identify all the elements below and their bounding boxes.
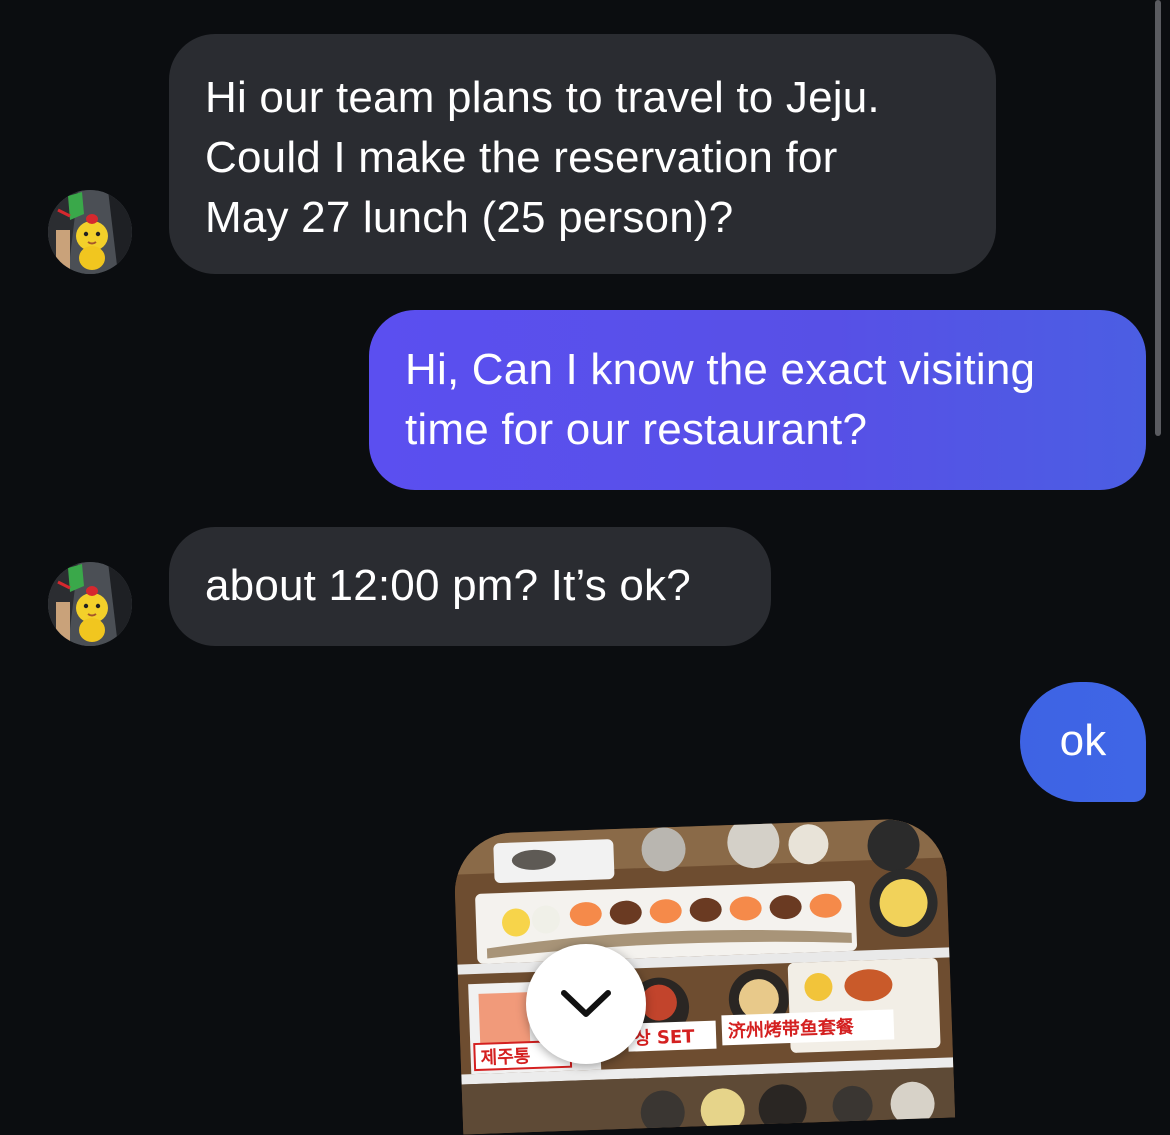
chevron-down-icon [561,990,611,1017]
message-bubble-sent[interactable]: Hi, Can I know the exact visiting time f… [369,310,1146,490]
message-text: Hi our team plans to travel to Jeju. [205,73,880,122]
message-text: Could I make the reservation for [205,133,838,182]
photo-attachment[interactable]: 제주통 상 SET 济州烤带鱼套餐 [452,817,956,1135]
avatar-character-icon [48,190,132,274]
message-text: May 27 lunch (25 person)? [205,193,734,242]
message-bubble-received[interactable]: Hi our team plans to travel to Jeju. Cou… [169,34,996,274]
food-photo: 제주통 상 SET 济州烤带鱼套餐 [452,817,956,1135]
avatar-character-icon [48,562,132,646]
message-text: time for our restaurant? [405,405,868,454]
avatar[interactable] [48,190,132,274]
photo-sign-left: 제주통 [480,1046,530,1069]
photo-sign-mid: 상 SET [634,1026,696,1049]
message-bubble-sent[interactable]: ok [1020,682,1146,802]
scroll-to-bottom-button[interactable] [526,944,646,1064]
scrollbar[interactable] [1155,0,1161,436]
message-text: Hi, Can I know the exact visiting [405,345,1036,394]
avatar[interactable] [48,562,132,646]
message-text: ok [1059,716,1107,765]
message-text: about 12:00 pm? It’s ok? [205,561,691,610]
message-bubble-received[interactable]: about 12:00 pm? It’s ok? [169,527,771,646]
chat-thread[interactable]: Hi our team plans to travel to Jeju. Cou… [0,0,1170,1135]
photo-sign-right: 济州烤带鱼套餐 [728,1016,856,1042]
